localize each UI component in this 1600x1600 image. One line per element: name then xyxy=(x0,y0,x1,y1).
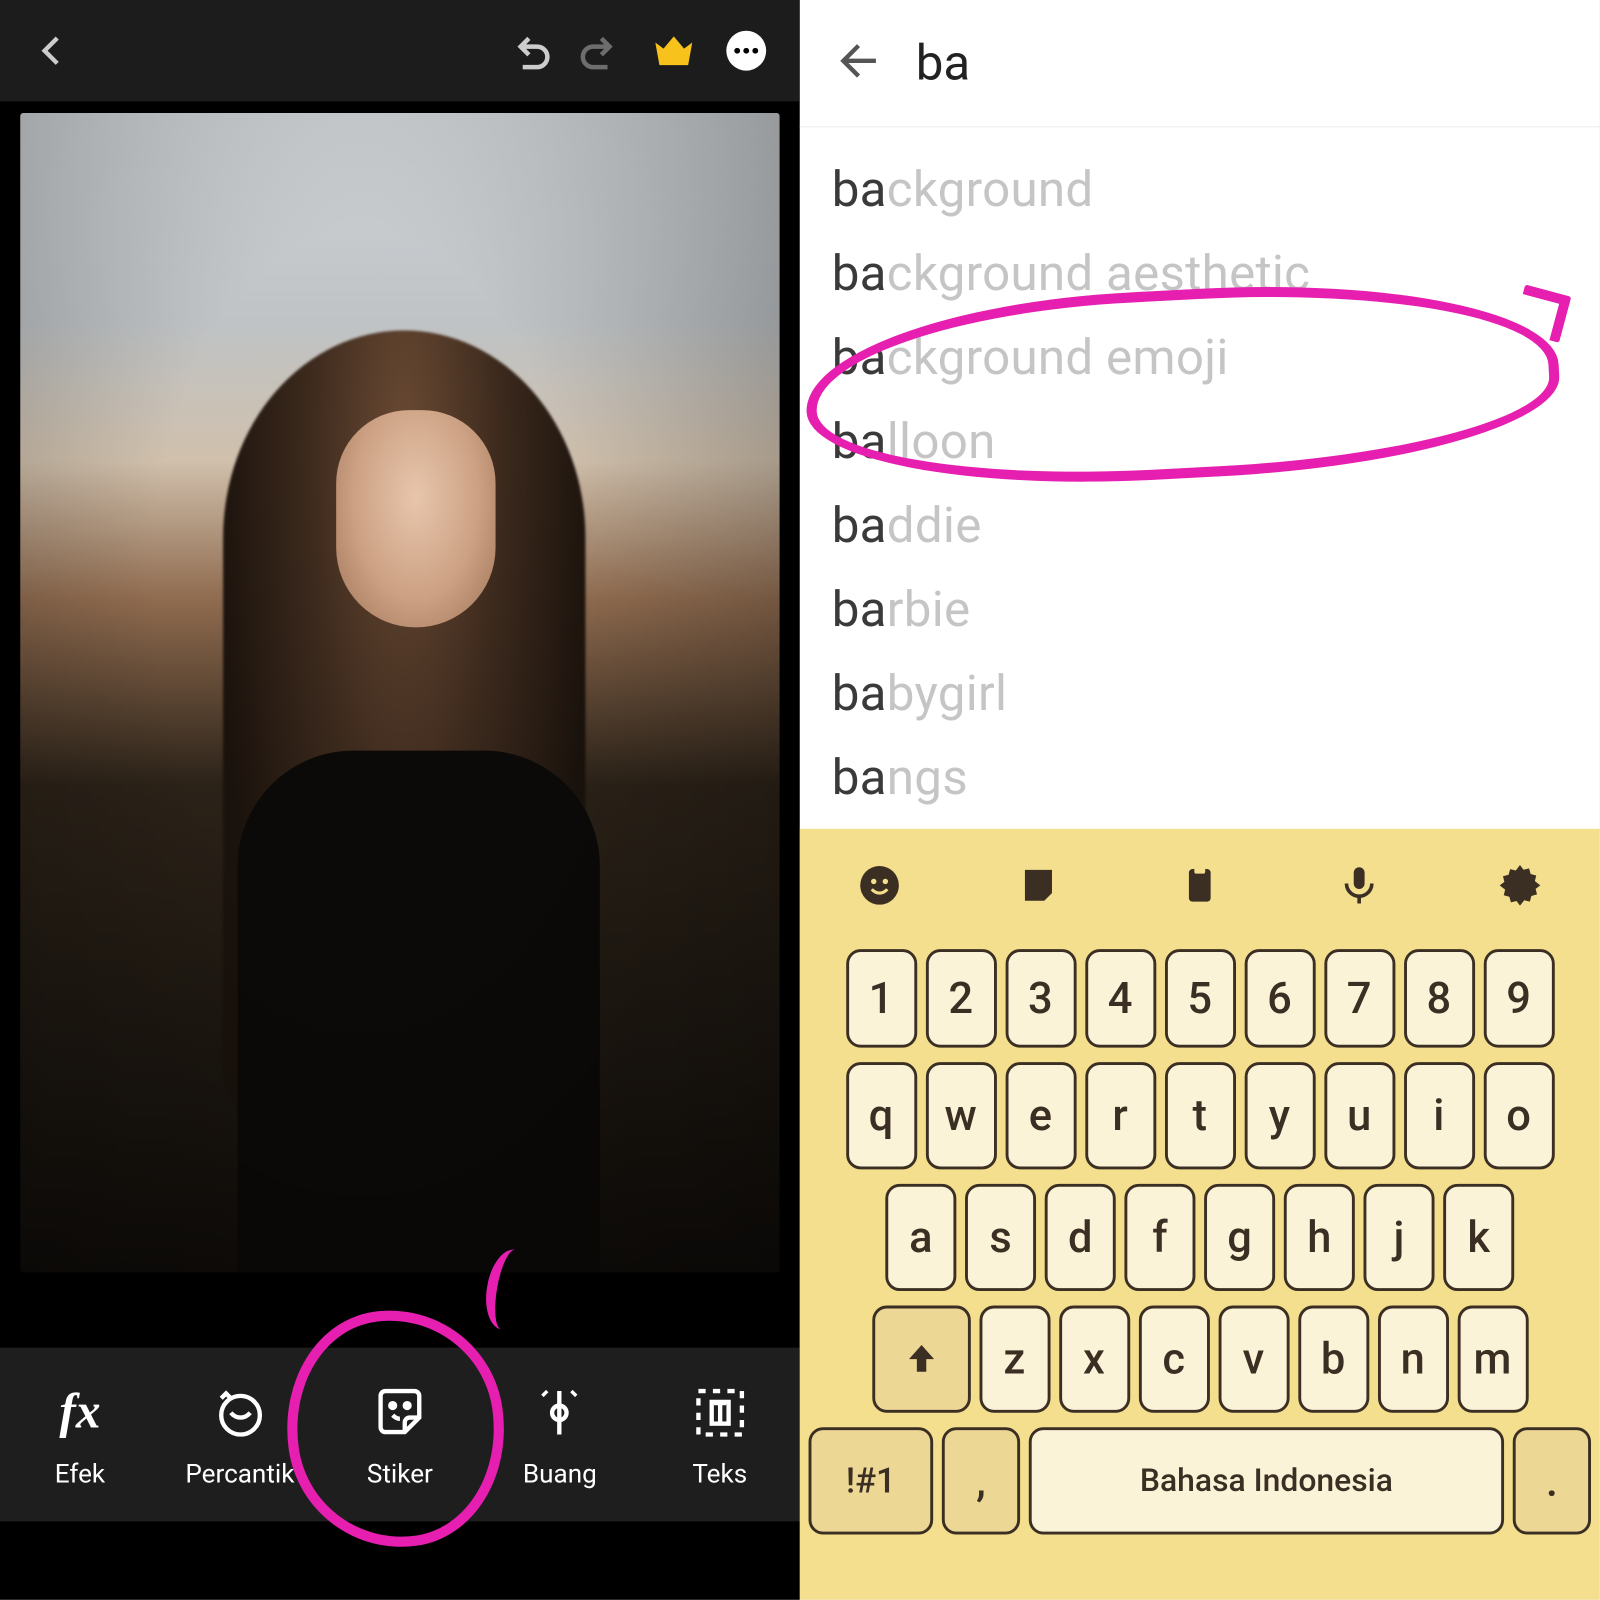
canvas-photo[interactable] xyxy=(20,113,779,1272)
suggestion-item[interactable]: background xyxy=(832,148,1568,232)
key-row-z: z x c v b n m xyxy=(800,1298,1600,1420)
key-4[interactable]: 4 xyxy=(1085,949,1156,1048)
sticker-icon xyxy=(368,1380,432,1444)
key-u[interactable]: u xyxy=(1324,1062,1395,1169)
suggestion-item[interactable]: background emoji xyxy=(832,316,1568,400)
undo-icon[interactable] xyxy=(493,14,565,86)
sticker-kbd-icon[interactable] xyxy=(1008,853,1072,917)
key-n[interactable]: n xyxy=(1377,1306,1448,1413)
search-panel: ba background background aesthetic backg… xyxy=(800,0,1600,1600)
editor-panel: fx Efek Percantik Stiker Buang xyxy=(0,0,800,1600)
suggestion-item[interactable]: barbie xyxy=(832,568,1568,652)
tool-label: Efek xyxy=(55,1458,105,1488)
tool-label: Percantik xyxy=(185,1458,294,1488)
clipboard-icon[interactable] xyxy=(1168,853,1232,917)
key-7[interactable]: 7 xyxy=(1324,949,1395,1048)
key-b[interactable]: b xyxy=(1298,1306,1369,1413)
key-j[interactable]: j xyxy=(1364,1184,1435,1291)
key-e[interactable]: e xyxy=(1005,1062,1076,1169)
key-f[interactable]: f xyxy=(1124,1184,1195,1291)
text-icon xyxy=(688,1380,752,1444)
photo-face xyxy=(336,410,495,627)
key-y[interactable]: y xyxy=(1244,1062,1315,1169)
keyboard-toolbar xyxy=(800,829,1600,942)
key-row-numbers: 1 2 3 4 5 6 7 8 9 xyxy=(800,942,1600,1055)
key-d[interactable]: d xyxy=(1045,1184,1116,1291)
tool-stiker[interactable]: Stiker xyxy=(330,1380,469,1489)
tool-percantik[interactable]: Percantik xyxy=(170,1380,309,1489)
suggestion-item[interactable]: balloon xyxy=(832,400,1568,484)
key-a[interactable]: a xyxy=(885,1184,956,1291)
key-row-a: a s d f g h j k xyxy=(800,1177,1600,1299)
key-5[interactable]: 5 xyxy=(1164,949,1235,1048)
fx-icon: fx xyxy=(48,1380,112,1444)
settings-icon[interactable] xyxy=(1488,853,1552,917)
key-m[interactable]: m xyxy=(1457,1306,1528,1413)
key-h[interactable]: h xyxy=(1284,1184,1355,1291)
tool-efek[interactable]: fx Efek xyxy=(10,1380,149,1489)
more-icon[interactable] xyxy=(710,14,782,86)
key-shift[interactable] xyxy=(872,1306,971,1413)
tool-buang[interactable]: Buang xyxy=(490,1380,629,1489)
premium-crown-icon[interactable] xyxy=(638,14,710,86)
key-s[interactable]: s xyxy=(965,1184,1036,1291)
suggestion-item[interactable]: babygirl xyxy=(832,652,1568,736)
key-row-q: q w e r t y u i o xyxy=(800,1055,1600,1177)
tool-label: Teks xyxy=(692,1458,747,1488)
suggestion-list: background background aesthetic backgrou… xyxy=(800,128,1600,821)
key-i[interactable]: i xyxy=(1403,1062,1474,1169)
key-w[interactable]: w xyxy=(925,1062,996,1169)
key-z[interactable]: z xyxy=(979,1306,1050,1413)
tool-label: Buang xyxy=(523,1458,597,1488)
search-back-icon[interactable] xyxy=(835,34,887,92)
key-comma[interactable]: , xyxy=(942,1427,1020,1534)
key-o[interactable]: o xyxy=(1483,1062,1554,1169)
key-1[interactable]: 1 xyxy=(845,949,916,1048)
key-symbols[interactable]: !#1 xyxy=(809,1427,934,1534)
key-3[interactable]: 3 xyxy=(1005,949,1076,1048)
editor-topbar xyxy=(0,0,800,101)
key-dot[interactable]: . xyxy=(1513,1427,1591,1534)
key-c[interactable]: c xyxy=(1138,1306,1209,1413)
key-9[interactable]: 9 xyxy=(1483,949,1554,1048)
search-input[interactable]: ba xyxy=(916,34,970,92)
key-v[interactable]: v xyxy=(1218,1306,1289,1413)
key-space[interactable]: Bahasa Indonesia xyxy=(1029,1427,1504,1534)
mic-icon[interactable] xyxy=(1328,853,1392,917)
key-2[interactable]: 2 xyxy=(925,949,996,1048)
photo-torso xyxy=(238,751,600,1273)
emoji-icon[interactable] xyxy=(848,853,912,917)
search-bar: ba xyxy=(800,0,1600,128)
suggestion-item[interactable]: bangs xyxy=(832,736,1568,820)
suggestion-item[interactable]: baddie xyxy=(832,484,1568,568)
key-x[interactable]: x xyxy=(1058,1306,1129,1413)
beautify-icon xyxy=(208,1380,272,1444)
key-row-bottom: !#1 , Bahasa Indonesia . xyxy=(800,1420,1600,1542)
suggestion-item[interactable]: background aesthetic xyxy=(832,232,1568,316)
key-8[interactable]: 8 xyxy=(1403,949,1474,1048)
keyboard: 1 2 3 4 5 6 7 8 9 q w e r t y u i o xyxy=(800,829,1600,1600)
key-q[interactable]: q xyxy=(845,1062,916,1169)
key-k[interactable]: k xyxy=(1443,1184,1514,1291)
remove-icon xyxy=(528,1380,592,1444)
tool-teks[interactable]: Teks xyxy=(650,1380,789,1489)
editor-toolbar: fx Efek Percantik Stiker Buang xyxy=(0,1348,800,1522)
redo-icon[interactable] xyxy=(565,14,637,86)
bottom-pad xyxy=(0,1521,800,1599)
key-g[interactable]: g xyxy=(1204,1184,1275,1291)
back-icon[interactable] xyxy=(17,14,89,86)
photo-hair xyxy=(223,330,585,1141)
tool-label: Stiker xyxy=(367,1458,433,1488)
key-6[interactable]: 6 xyxy=(1244,949,1315,1048)
key-r[interactable]: r xyxy=(1085,1062,1156,1169)
key-t[interactable]: t xyxy=(1164,1062,1235,1169)
